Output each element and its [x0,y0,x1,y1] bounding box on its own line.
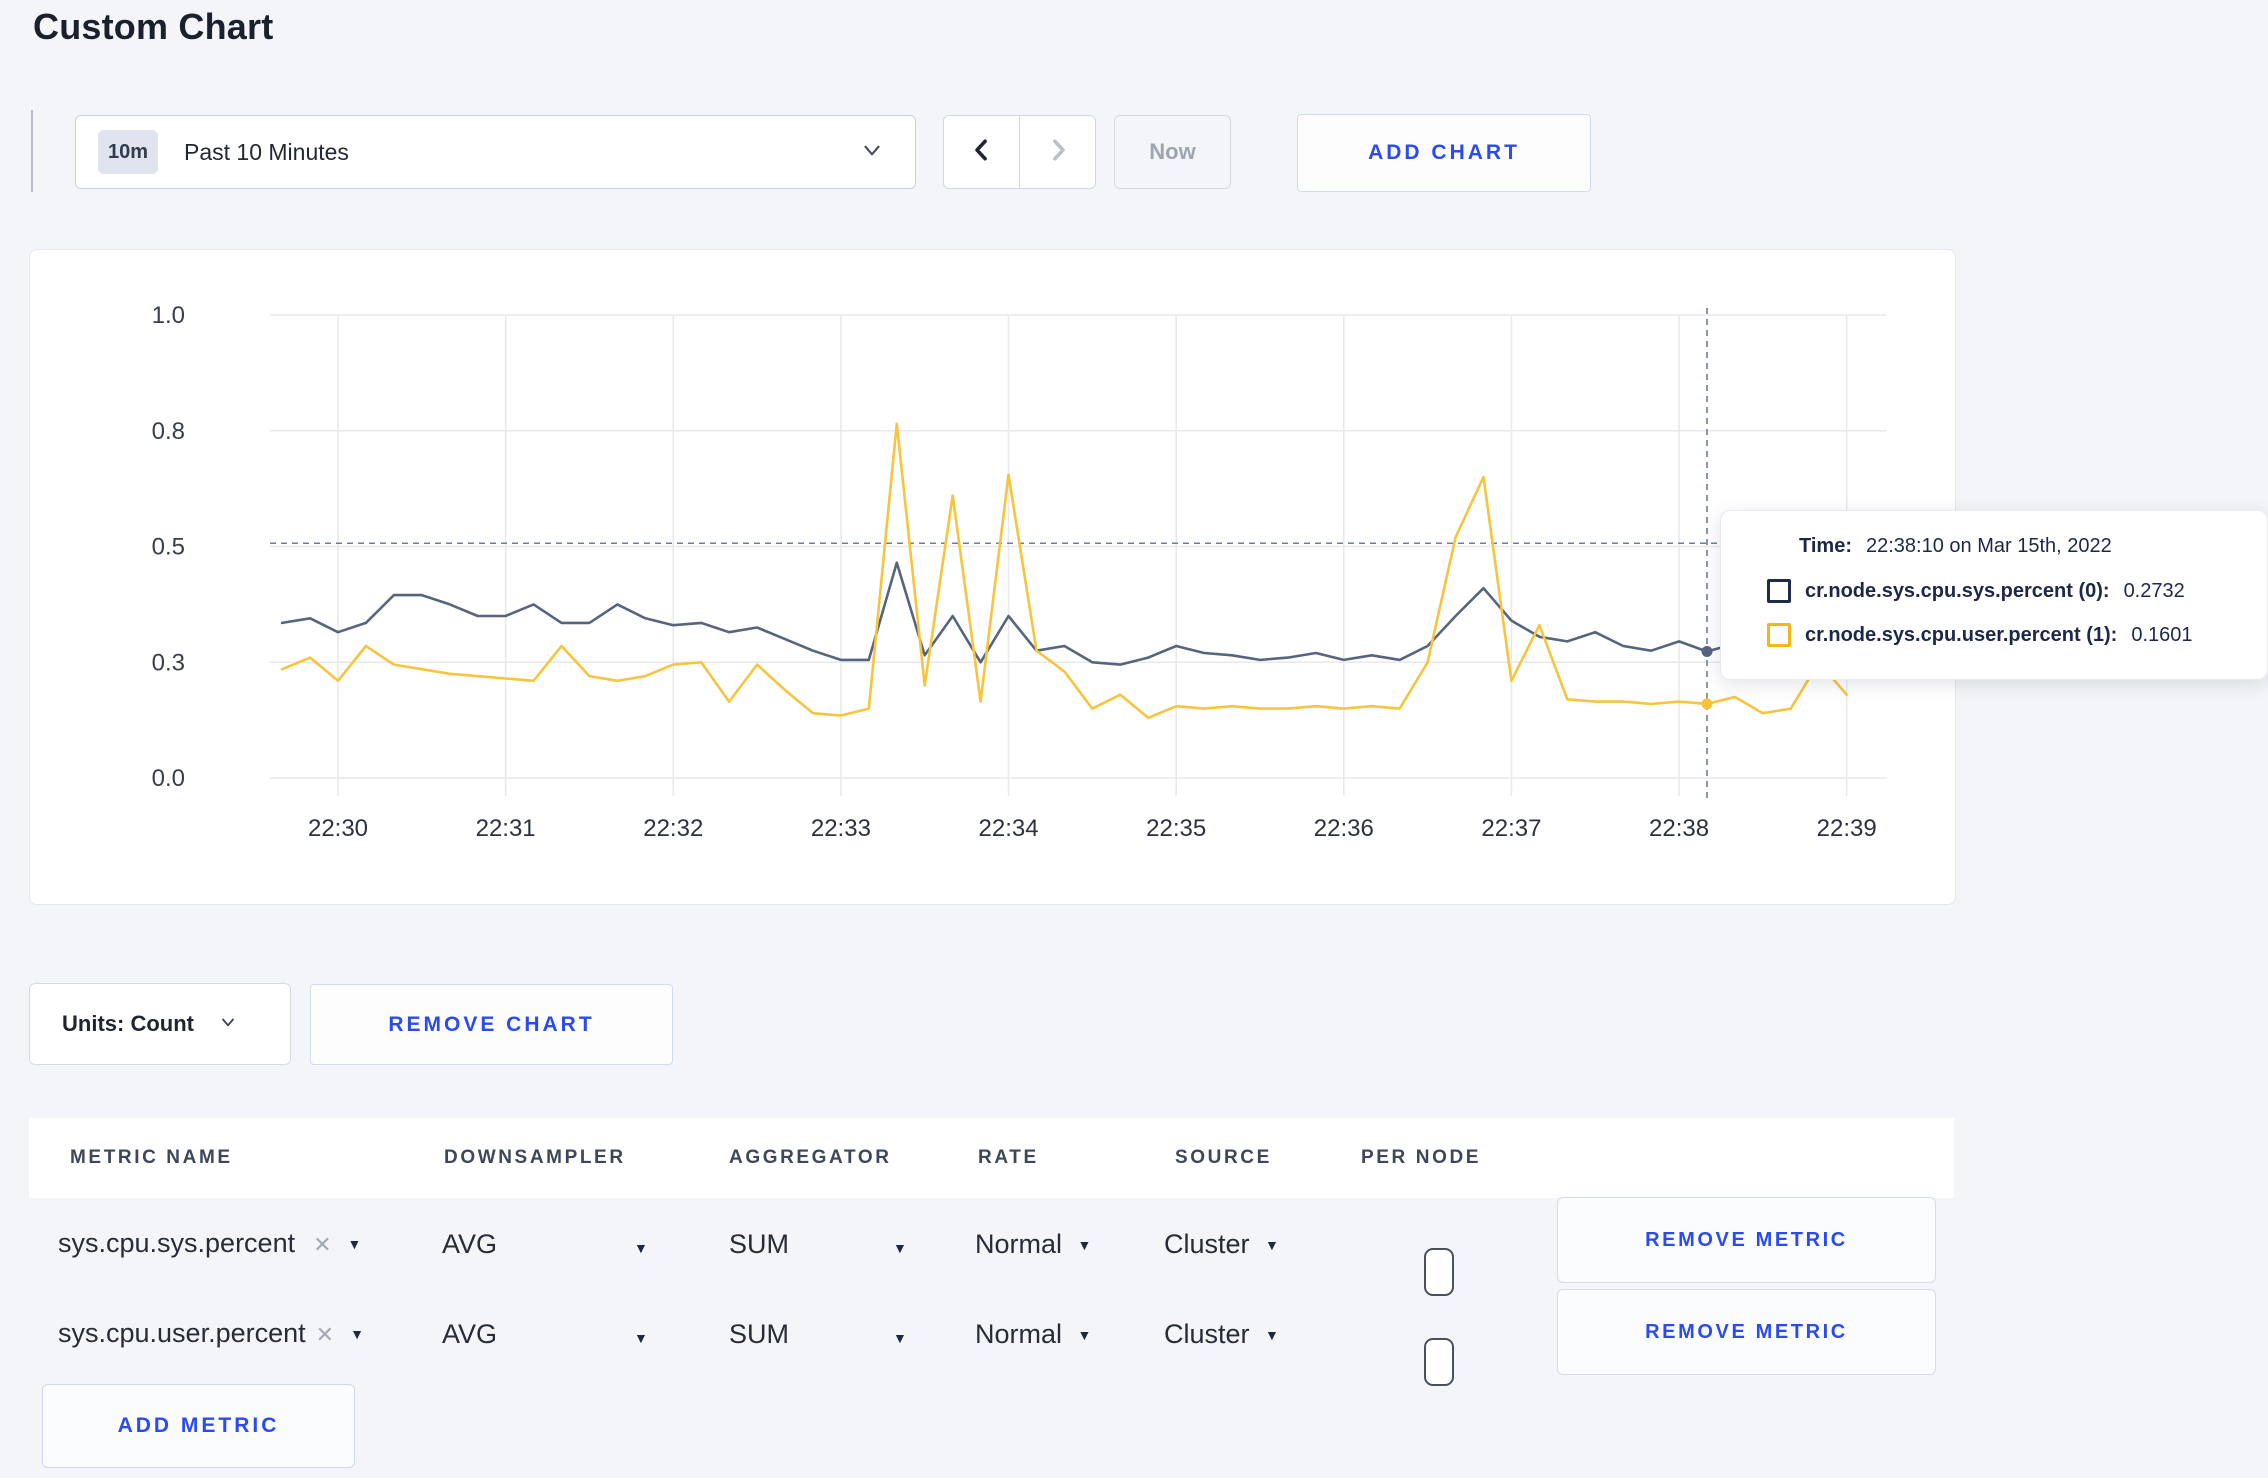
downsampler-select[interactable]: AVG [442,1229,497,1260]
svg-text:22:39: 22:39 [1817,815,1877,842]
svg-text:22:31: 22:31 [476,815,536,842]
downsampler-select[interactable]: AVG [442,1319,497,1350]
svg-text:0.3: 0.3 [152,649,185,676]
time-range-badge: 10m [98,130,158,174]
caret-down-icon: ▼ [1265,1327,1279,1343]
caret-down-icon: ▼ [634,1330,648,1346]
svg-text:22:38: 22:38 [1649,815,1709,842]
time-range-dropdown[interactable]: 10m Past 10 Minutes [75,115,916,189]
rate-select[interactable]: Normal ▼ [975,1319,1091,1350]
caret-down-icon: ▼ [1077,1237,1092,1253]
remove-chart-button[interactable]: REMOVE CHART [310,984,673,1065]
col-header-downsampler: DOWNSAMPLER [444,1147,626,1168]
aggregator-select[interactable]: SUM [729,1229,789,1260]
tooltip-series-value: 0.2732 [2123,579,2185,602]
col-header-metric-name: METRIC NAME [70,1147,233,1168]
units-dropdown[interactable]: Units: Count [29,983,291,1065]
svg-text:0.5: 0.5 [152,534,185,561]
tooltip-time-label: Time: [1799,535,1852,557]
caret-down-icon: ▼ [1265,1237,1279,1253]
svg-text:22:33: 22:33 [811,815,871,842]
tooltip-series-label: cr.node.sys.cpu.sys.percent (0): [1805,579,2110,602]
next-time-button[interactable] [1020,116,1095,188]
source-value: Cluster [1164,1319,1250,1349]
col-header-source: SOURCE [1175,1147,1272,1168]
metric-name-value: sys.cpu.user.percent [58,1318,306,1348]
svg-text:22:37: 22:37 [1481,815,1541,842]
tooltip-series-value: 0.1601 [2131,623,2193,646]
time-nav-group [943,115,1096,189]
svg-text:22:30: 22:30 [308,815,368,842]
aggregator-select[interactable]: SUM [729,1319,789,1350]
col-header-rate: RATE [978,1147,1039,1168]
sys-percent-swatch-icon [1767,579,1791,603]
rate-value: Normal [975,1229,1063,1259]
svg-text:0.8: 0.8 [152,418,185,445]
chart-card: 0.0 0.3 0.5 0.8 1.0 22:30 22:31 22:32 22:33 22:34… [29,249,1956,905]
caret-down-icon: ▼ [347,1236,362,1252]
caret-down-icon: ▼ [350,1326,364,1342]
remove-metric-button[interactable]: REMOVE METRIC [1557,1197,1936,1283]
col-header-aggregator: AGGREGATOR [729,1147,892,1168]
col-header-per-node: PER NODE [1361,1147,1482,1168]
rate-value: Normal [975,1319,1063,1349]
chevron-down-icon [859,137,885,168]
units-label: Units: Count [62,1011,194,1036]
tooltip-series-label: cr.node.sys.cpu.user.percent (1): [1805,623,2118,646]
svg-text:1.0: 1.0 [152,302,185,329]
svg-text:22:36: 22:36 [1314,815,1374,842]
clear-metric-icon[interactable]: ✕ [316,1322,334,1347]
chevron-down-icon [218,1012,238,1037]
svg-text:0.0: 0.0 [152,765,185,792]
svg-text:22:32: 22:32 [643,815,703,842]
caret-down-icon: ▼ [634,1240,648,1256]
clear-metric-icon[interactable]: ✕ [313,1232,331,1257]
svg-text:22:35: 22:35 [1146,815,1206,842]
cpu-usage-chart[interactable]: 0.0 0.3 0.5 0.8 1.0 22:30 22:31 22:32 22:33 22:34… [30,250,1957,906]
tooltip-series-row: cr.node.sys.cpu.sys.percent (0): 0.2732 [1767,579,2185,603]
chevron-left-icon [967,135,997,170]
metric-name-value: sys.cpu.sys.percent [58,1228,296,1258]
per-node-checkbox[interactable] [1424,1338,1454,1386]
add-metric-button[interactable]: ADD METRIC [42,1384,355,1468]
source-value: Cluster [1164,1229,1250,1259]
per-node-checkbox[interactable] [1424,1248,1454,1296]
chart-tooltip: Time: 22:38:10 on Mar 15th, 2022 cr.node… [1720,510,2268,680]
caret-down-icon: ▼ [1077,1327,1092,1343]
rate-select[interactable]: Normal ▼ [975,1229,1091,1260]
tooltip-time-row: Time: 22:38:10 on Mar 15th, 2022 [1799,535,2112,558]
chevron-right-icon [1043,135,1073,170]
caret-down-icon: ▼ [893,1240,907,1256]
svg-text:22:34: 22:34 [979,815,1039,842]
time-range-label: Past 10 Minutes [184,138,349,165]
add-chart-button[interactable]: ADD CHART [1297,114,1591,192]
tooltip-series-row: cr.node.sys.cpu.user.percent (1): 0.1601 [1767,623,2193,647]
now-button[interactable]: Now [1114,115,1231,189]
metric-name-select[interactable]: sys.cpu.sys.percent ✕ ▼ [58,1228,361,1259]
tooltip-time-value: 22:38:10 on Mar 15th, 2022 [1865,535,2112,557]
custom-chart-page: Custom Chart 10m Past 10 Minutes Now ADD… [0,0,2268,1478]
source-select[interactable]: Cluster ▼ [1164,1319,1279,1350]
source-select[interactable]: Cluster ▼ [1164,1229,1279,1260]
metric-name-select[interactable]: sys.cpu.user.percent ✕ ▼ [58,1318,364,1349]
user-percent-swatch-icon [1767,623,1791,647]
prev-time-button[interactable] [944,116,1020,188]
remove-metric-button[interactable]: REMOVE METRIC [1557,1289,1936,1375]
caret-down-icon: ▼ [893,1330,907,1346]
toolbar-divider [31,110,33,192]
page-title: Custom Chart [33,6,274,47]
